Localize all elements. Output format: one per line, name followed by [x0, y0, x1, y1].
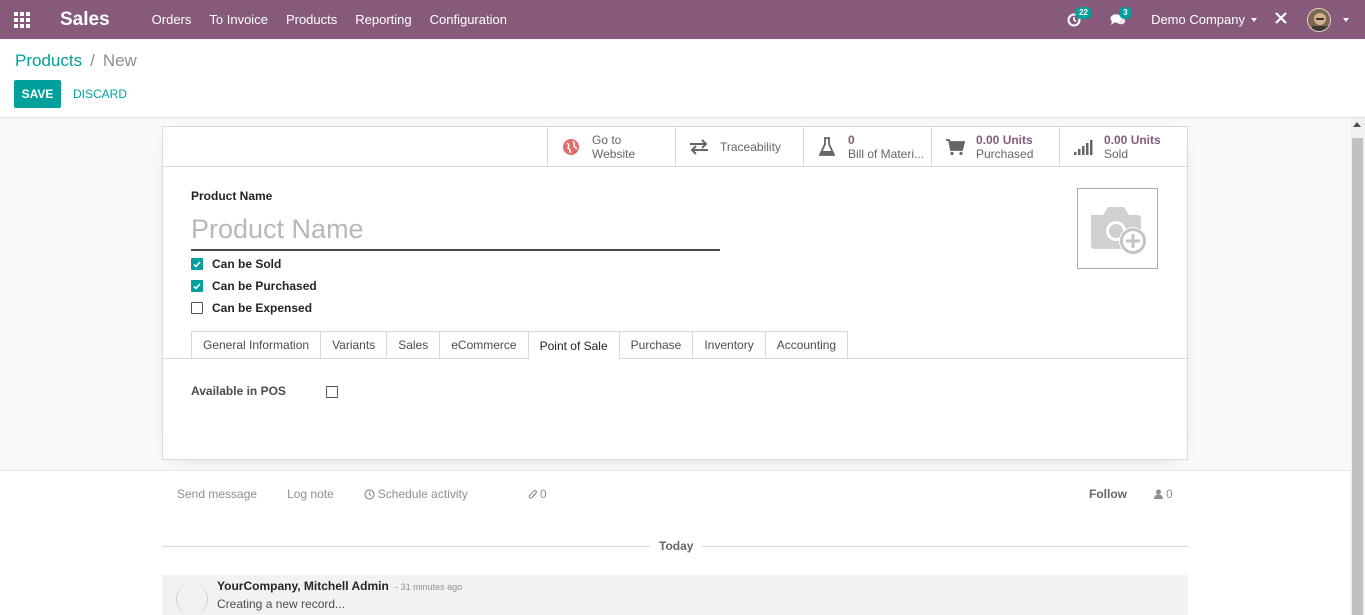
scroll-up-arrow-icon[interactable]: [1353, 122, 1361, 127]
tab-accounting[interactable]: Accounting: [764, 331, 849, 359]
menu-to-invoice[interactable]: To Invoice: [209, 12, 268, 27]
activity-icon[interactable]: 22: [1063, 6, 1092, 31]
product-name-input[interactable]: [191, 209, 720, 251]
send-message-button[interactable]: Send message: [177, 487, 257, 501]
chatter-toolbar: Send message Log note Schedule activity …: [177, 487, 607, 501]
menu-reporting[interactable]: Reporting: [355, 12, 411, 27]
messages-badge: 3: [1119, 6, 1132, 19]
can-be-expensed-label: Can be Expensed: [212, 301, 313, 315]
traceability-button[interactable]: Traceability: [675, 127, 803, 167]
control-panel: Products / New SAVE DISCARD: [0, 39, 1365, 118]
available-in-pos-label: Available in POS: [191, 384, 286, 398]
traceability-label: Traceability: [720, 140, 781, 154]
breadcrumb: Products / New: [15, 51, 137, 71]
tab-inventory[interactable]: Inventory: [692, 331, 765, 359]
signal-bars-icon: [1072, 136, 1094, 158]
clock-icon: [364, 488, 375, 500]
breadcrumb-separator: /: [90, 51, 95, 70]
apps-menu-icon[interactable]: [0, 0, 44, 39]
log-note-button[interactable]: Log note: [287, 487, 334, 501]
company-name: Demo Company: [1151, 12, 1245, 27]
can-be-purchased-row[interactable]: Can be Purchased: [191, 279, 317, 293]
available-in-pos-checkbox[interactable]: [326, 386, 338, 398]
product-image-upload[interactable]: [1077, 188, 1158, 269]
follow-button[interactable]: Follow: [1089, 487, 1127, 501]
tab-point-of-sale[interactable]: Point of Sale: [527, 331, 620, 360]
form-sheet: Go to Website Traceability 0 Bill of Mat…: [162, 126, 1188, 460]
tab-variants[interactable]: Variants: [320, 331, 387, 359]
menu-configuration[interactable]: Configuration: [430, 12, 507, 27]
sold-value: 0.00 Units: [1104, 133, 1161, 147]
can-be-expensed-checkbox[interactable]: [191, 302, 203, 314]
notebook-tabs: General Information Variants Sales eComm…: [191, 331, 849, 360]
breadcrumb-current: New: [102, 51, 137, 70]
schedule-activity-button[interactable]: Schedule activity: [364, 487, 498, 501]
scrollbar[interactable]: [1350, 118, 1365, 615]
sold-label: Sold: [1104, 147, 1129, 161]
close-icon[interactable]: [1275, 11, 1287, 29]
purchased-value: 0.00 Units: [976, 133, 1033, 147]
tab-general-information[interactable]: General Information: [191, 331, 321, 359]
bill-of-materials-button[interactable]: 0 Bill of Materi...: [803, 127, 931, 167]
sold-button[interactable]: 0.00 Units Sold: [1059, 127, 1187, 167]
tab-sales[interactable]: Sales: [386, 331, 440, 359]
globe-icon: [560, 136, 582, 158]
exchange-icon: [688, 136, 710, 158]
purchased-label: Purchased: [976, 147, 1034, 161]
paperclip-icon: [528, 489, 537, 499]
smart-button-box: Go to Website Traceability 0 Bill of Mat…: [163, 127, 1187, 167]
can-be-purchased-checkbox[interactable]: [191, 280, 203, 292]
discard-button[interactable]: DISCARD: [73, 80, 127, 108]
flask-icon: [816, 136, 838, 158]
app-brand[interactable]: Sales: [60, 9, 110, 31]
chevron-down-icon: [1251, 17, 1257, 22]
breadcrumb-products[interactable]: Products: [15, 51, 82, 71]
message-author[interactable]: YourCompany, Mitchell Admin: [217, 579, 389, 593]
go-to-website-button[interactable]: Go to Website: [547, 127, 675, 167]
date-separator-label: Today: [650, 539, 703, 553]
followers-button[interactable]: 0: [1154, 487, 1173, 501]
attachments-button[interactable]: 0: [528, 487, 577, 501]
chatter-message: YourCompany, Mitchell Admin - 31 minutes…: [162, 575, 1188, 615]
attachments-count: 0: [539, 487, 547, 501]
activity-badge: 22: [1075, 6, 1092, 19]
website-line1: Go to: [592, 133, 622, 147]
tab-purchase[interactable]: Purchase: [619, 331, 693, 359]
scrollbar-thumb[interactable]: [1352, 138, 1363, 615]
message-avatar: [176, 583, 208, 615]
can-be-sold-checkbox[interactable]: [191, 258, 203, 270]
bom-count: 0: [848, 133, 855, 147]
message-time: - 31 minutes ago: [395, 582, 463, 592]
user-avatar[interactable]: [1307, 7, 1331, 32]
can-be-sold-label: Can be Sold: [212, 257, 282, 271]
shopping-cart-icon: [944, 136, 966, 158]
purchased-button[interactable]: 0.00 Units Purchased: [931, 127, 1059, 167]
message-author-line: YourCompany, Mitchell Admin - 31 minutes…: [217, 579, 462, 593]
chatter: Send message Log note Schedule activity …: [0, 470, 1350, 615]
followers-count: 0: [1166, 487, 1173, 501]
camera-plus-icon: [1090, 206, 1147, 255]
messages-icon[interactable]: 3: [1107, 6, 1132, 31]
menu-products[interactable]: Products: [286, 12, 337, 27]
menu-orders[interactable]: Orders: [152, 12, 192, 27]
can-be-expensed-row[interactable]: Can be Expensed: [191, 301, 312, 315]
can-be-sold-row[interactable]: Can be Sold: [191, 257, 281, 271]
can-be-purchased-label: Can be Purchased: [212, 279, 317, 293]
company-switcher[interactable]: Demo Company: [1151, 12, 1257, 27]
bom-label: Bill of Materi...: [848, 147, 925, 161]
product-name-label: Product Name: [191, 189, 273, 203]
message-body: Creating a new record...: [217, 597, 346, 611]
schedule-activity-label: Schedule activity: [377, 487, 468, 501]
user-icon: [1154, 489, 1163, 499]
website-line2: Website: [592, 147, 636, 161]
save-button[interactable]: SAVE: [14, 80, 61, 108]
top-navbar: Sales Orders To Invoice Products Reporti…: [0, 0, 1365, 39]
tab-ecommerce[interactable]: eCommerce: [439, 331, 528, 359]
user-menu-chevron-icon[interactable]: [1343, 17, 1349, 22]
